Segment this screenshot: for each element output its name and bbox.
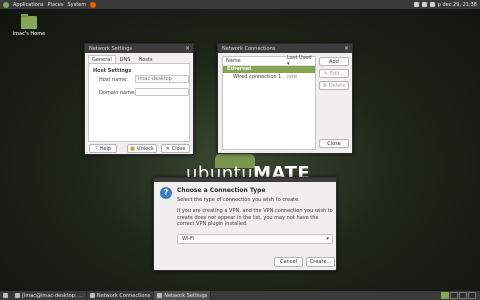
workspace-4[interactable] — [468, 292, 476, 299]
host-name-field[interactable]: imac-desktop — [135, 75, 189, 83]
delete-button[interactable]: ⊘ Delete — [319, 81, 349, 90]
connection-name: Wired connection 1 — [233, 74, 282, 80]
dialog-vpn-note: If you are creating a VPN, and the VPN c… — [177, 208, 333, 227]
firefox-launcher-icon[interactable] — [90, 1, 97, 8]
dialog-titlebar[interactable] — [154, 178, 336, 182]
add-button[interactable]: Add — [319, 57, 349, 66]
applications-menu[interactable]: Applications — [13, 2, 44, 8]
bottom-panel: [imac@imac-desktop: ... Network Connecti… — [0, 291, 480, 300]
taskbar-label: Network Connections — [96, 292, 151, 299]
network-icon — [89, 293, 95, 298]
taskbar-item-terminal[interactable]: [imac@imac-desktop: ... — [12, 291, 87, 300]
top-panel: Applications Places System p dec 29, 21:… — [0, 0, 480, 9]
connections-list[interactable]: Name Last Used ▾ Ethernet Wired connecti… — [222, 55, 316, 150]
network-settings-titlebar[interactable]: Network Settings × — [85, 44, 193, 53]
edit-label: Edit... — [329, 70, 345, 77]
network-settings-window: Network Settings × General DNS Hosts Hos… — [84, 43, 194, 155]
column-last-used[interactable]: Last Used ▾ — [287, 55, 315, 67]
edit-icon: ✎ — [323, 70, 328, 77]
main-menu: Applications Places System — [0, 1, 97, 8]
close-button[interactable]: ✕ Close — [161, 144, 190, 153]
network-connections-window: Network Connections × Name Last Used ▾ E… — [217, 43, 353, 154]
list-header: Name Last Used ▾ — [223, 55, 315, 67]
places-menu[interactable]: Places — [48, 2, 64, 8]
clock[interactable]: p dec 29, 21:38 — [438, 2, 477, 8]
dialog-instruction: Select the type of connection you wish t… — [177, 197, 300, 203]
dialog-title: Choose a Connection Type — [177, 187, 266, 194]
taskbar-label: [imac@imac-desktop: ... — [22, 292, 83, 299]
domain-name-label: Domain name: — [99, 90, 136, 96]
show-desktop-button[interactable] — [0, 291, 12, 300]
selected-type: Wi-Fi — [182, 236, 194, 242]
home-folder-desktop-icon[interactable]: imac's Home — [9, 14, 49, 37]
connection-last-used: now — [287, 74, 298, 80]
network-icon — [157, 293, 163, 298]
terminal-icon — [15, 293, 20, 298]
window-title: Network Connections — [222, 45, 276, 52]
host-name-label: Host name: — [99, 77, 128, 83]
list-item[interactable]: Wired connection 1 now — [223, 73, 315, 81]
column-name[interactable]: Name — [226, 58, 241, 64]
cancel-button[interactable]: Cancel — [274, 257, 303, 267]
host-settings-heading: Host Settings — [93, 68, 132, 74]
close-icon[interactable]: × — [185, 45, 190, 52]
question-icon: ? — [160, 187, 172, 199]
home-folder-label: imac's Home — [12, 31, 46, 37]
workspace-switcher — [441, 292, 476, 299]
create-button[interactable]: Create... — [306, 257, 335, 267]
help-button[interactable]: ? Help — [89, 144, 117, 153]
chevron-down-icon: ▾ — [326, 236, 329, 242]
close-label: Close — [171, 145, 186, 152]
window-title: Network Settings — [89, 45, 132, 52]
workspace-3[interactable] — [459, 292, 467, 299]
sort-arrow-icon: ▾ — [287, 61, 290, 67]
workspace-1[interactable] — [441, 292, 449, 299]
taskbar-item-network-settings[interactable]: Network Settings — [154, 291, 212, 300]
delete-icon: ⊘ — [322, 82, 327, 89]
network-connections-titlebar[interactable]: Network Connections × — [218, 44, 352, 53]
taskbar-label: Network Settings — [164, 292, 208, 299]
taskbar-item-network-connections[interactable]: Network Connections — [87, 291, 155, 300]
desktop-icon — [3, 293, 8, 298]
unlock-label: Unlock — [136, 145, 154, 152]
mail-icon[interactable] — [413, 2, 419, 7]
close-icon[interactable]: × — [344, 45, 349, 52]
general-tab-panel: Host Settings Host name: imac-desktop Do… — [88, 63, 190, 142]
workspace-2[interactable] — [450, 292, 458, 299]
delete-label: Delete — [328, 82, 346, 89]
list-group-ethernet[interactable]: Ethernet — [223, 66, 315, 73]
unlock-button[interactable]: ■ Unlock — [127, 144, 157, 153]
domain-name-field[interactable] — [135, 88, 189, 96]
mate-logo-icon[interactable] — [3, 1, 9, 8]
help-icon: ? — [94, 145, 98, 152]
close-button[interactable]: Close — [319, 139, 349, 148]
volume-icon[interactable] — [429, 2, 435, 7]
connection-type-select[interactable]: Wi-Fi ▾ — [177, 234, 333, 244]
help-label: Help — [99, 145, 112, 152]
edit-button[interactable]: ✎ Edit... — [319, 69, 349, 78]
system-tray: p dec 29, 21:38 — [413, 0, 477, 9]
choose-connection-type-dialog: ? Choose a Connection Type Select the ty… — [153, 177, 337, 271]
network-icon[interactable] — [421, 2, 427, 7]
system-menu[interactable]: System — [67, 2, 86, 8]
folder-icon — [21, 14, 37, 29]
lock-icon: ■ — [130, 145, 135, 152]
close-icon: ✕ — [165, 145, 170, 152]
